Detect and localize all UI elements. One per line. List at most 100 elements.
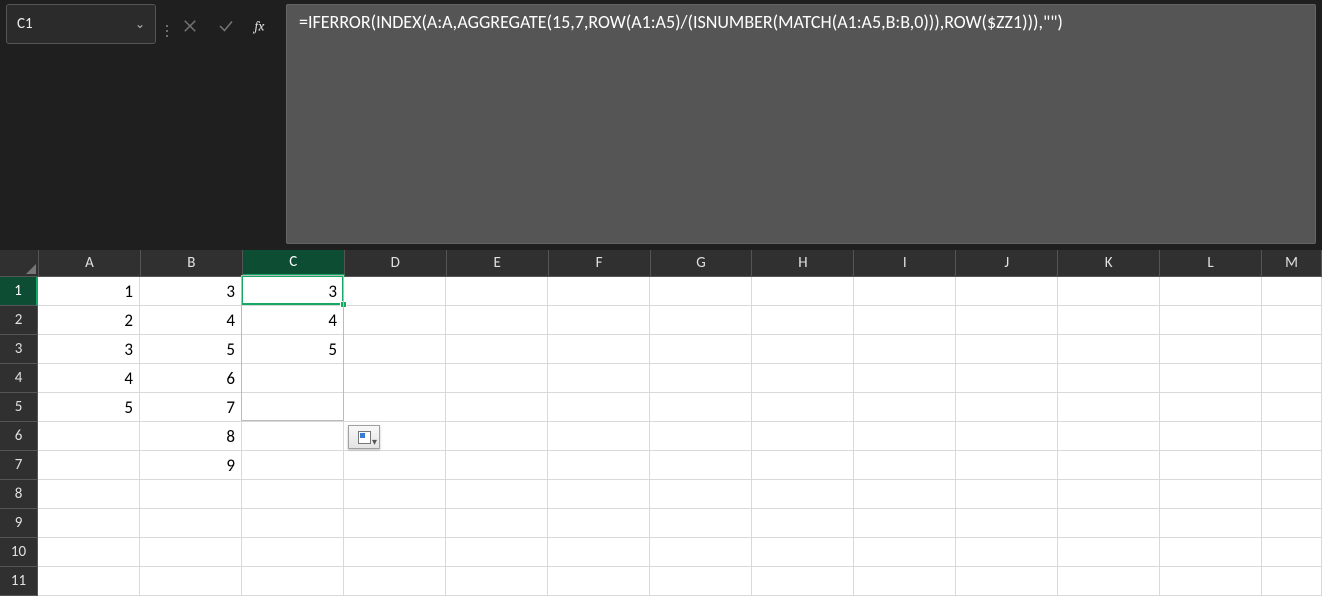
column-header-i[interactable]: I (854, 250, 956, 276)
column-header-m[interactable]: M (1262, 250, 1322, 276)
cell-F2[interactable] (548, 306, 650, 335)
cell-A9[interactable] (38, 509, 140, 538)
cell-J1[interactable] (956, 277, 1058, 306)
cell-F8[interactable] (548, 480, 650, 509)
cell-H4[interactable] (752, 364, 854, 393)
cell-G10[interactable] (650, 538, 752, 567)
cell-F5[interactable] (548, 393, 650, 422)
cell-M5[interactable] (1262, 393, 1322, 422)
cell-H9[interactable] (752, 509, 854, 538)
cell-J4[interactable] (956, 364, 1058, 393)
cell-A7[interactable] (38, 451, 140, 480)
cell-B11[interactable] (140, 567, 242, 596)
cell-C10[interactable] (242, 538, 344, 567)
cell-H1[interactable] (752, 277, 854, 306)
cell-C8[interactable] (242, 480, 344, 509)
cell-B6[interactable]: 8 (140, 422, 242, 451)
cell-A6[interactable] (38, 422, 140, 451)
column-header-k[interactable]: K (1058, 250, 1160, 276)
cell-K6[interactable] (1058, 422, 1160, 451)
cell-E1[interactable] (446, 277, 548, 306)
cell-L9[interactable] (1160, 509, 1262, 538)
cell-J9[interactable] (956, 509, 1058, 538)
cell-G2[interactable] (650, 306, 752, 335)
cell-M4[interactable] (1262, 364, 1322, 393)
cell-A11[interactable] (38, 567, 140, 596)
cell-M8[interactable] (1262, 480, 1322, 509)
cell-M9[interactable] (1262, 509, 1322, 538)
cell-E3[interactable] (446, 335, 548, 364)
cell-B2[interactable]: 4 (140, 306, 242, 335)
cell-K8[interactable] (1058, 480, 1160, 509)
row-header-9[interactable]: 9 (0, 509, 38, 538)
row-header-8[interactable]: 8 (0, 480, 38, 509)
cell-I6[interactable] (854, 422, 956, 451)
cell-I10[interactable] (854, 538, 956, 567)
cell-L10[interactable] (1160, 538, 1262, 567)
vertical-grip-icon[interactable] (162, 4, 172, 44)
column-header-a[interactable]: A (39, 250, 141, 276)
row-header-2[interactable]: 2 (0, 306, 38, 335)
formula-input[interactable] (286, 4, 1316, 244)
cell-G1[interactable] (650, 277, 752, 306)
cell-C5[interactable] (242, 393, 344, 422)
cell-D4[interactable] (344, 364, 446, 393)
cell-B8[interactable] (140, 480, 242, 509)
cell-B4[interactable]: 6 (140, 364, 242, 393)
enter-button[interactable] (208, 6, 244, 46)
cell-B1[interactable]: 3 (140, 277, 242, 306)
cell-A1[interactable]: 1 (38, 277, 140, 306)
cell-I7[interactable] (854, 451, 956, 480)
cell-F1[interactable] (548, 277, 650, 306)
cell-C7[interactable] (242, 451, 344, 480)
column-header-j[interactable]: J (956, 250, 1058, 276)
cell-H7[interactable] (752, 451, 854, 480)
cell-L7[interactable] (1160, 451, 1262, 480)
cell-A8[interactable] (38, 480, 140, 509)
cell-B10[interactable] (140, 538, 242, 567)
cell-J5[interactable] (956, 393, 1058, 422)
cell-E6[interactable] (446, 422, 548, 451)
cell-L11[interactable] (1160, 567, 1262, 596)
cell-F11[interactable] (548, 567, 650, 596)
cell-H11[interactable] (752, 567, 854, 596)
cell-G6[interactable] (650, 422, 752, 451)
cell-F6[interactable] (548, 422, 650, 451)
cell-E9[interactable] (446, 509, 548, 538)
cell-B9[interactable] (140, 509, 242, 538)
cell-M6[interactable] (1262, 422, 1322, 451)
cell-K9[interactable] (1058, 509, 1160, 538)
cell-M7[interactable] (1262, 451, 1322, 480)
cell-I9[interactable] (854, 509, 956, 538)
cell-J10[interactable] (956, 538, 1058, 567)
cell-C3[interactable]: 5 (242, 335, 344, 364)
cell-D5[interactable] (344, 393, 446, 422)
cell-J6[interactable] (956, 422, 1058, 451)
cell-G5[interactable] (650, 393, 752, 422)
cell-G7[interactable] (650, 451, 752, 480)
cell-C6[interactable] (242, 422, 344, 451)
cell-B5[interactable]: 7 (140, 393, 242, 422)
cell-K7[interactable] (1058, 451, 1160, 480)
cell-H10[interactable] (752, 538, 854, 567)
fill-handle[interactable] (340, 301, 347, 308)
cell-B7[interactable]: 9 (140, 451, 242, 480)
column-header-c[interactable]: C (243, 250, 345, 276)
auto-fill-options-button[interactable]: ▾ (348, 425, 380, 449)
cell-B3[interactable]: 5 (140, 335, 242, 364)
cell-D11[interactable] (344, 567, 446, 596)
cell-A5[interactable]: 5 (38, 393, 140, 422)
cell-I3[interactable] (854, 335, 956, 364)
cell-J3[interactable] (956, 335, 1058, 364)
cell-M3[interactable] (1262, 335, 1322, 364)
cell-E8[interactable] (446, 480, 548, 509)
column-header-g[interactable]: G (651, 250, 753, 276)
cell-J11[interactable] (956, 567, 1058, 596)
row-header-11[interactable]: 11 (0, 567, 38, 596)
cell-F4[interactable] (548, 364, 650, 393)
cell-L4[interactable] (1160, 364, 1262, 393)
cell-A10[interactable] (38, 538, 140, 567)
cell-I5[interactable] (854, 393, 956, 422)
cell-L8[interactable] (1160, 480, 1262, 509)
cell-F7[interactable] (548, 451, 650, 480)
